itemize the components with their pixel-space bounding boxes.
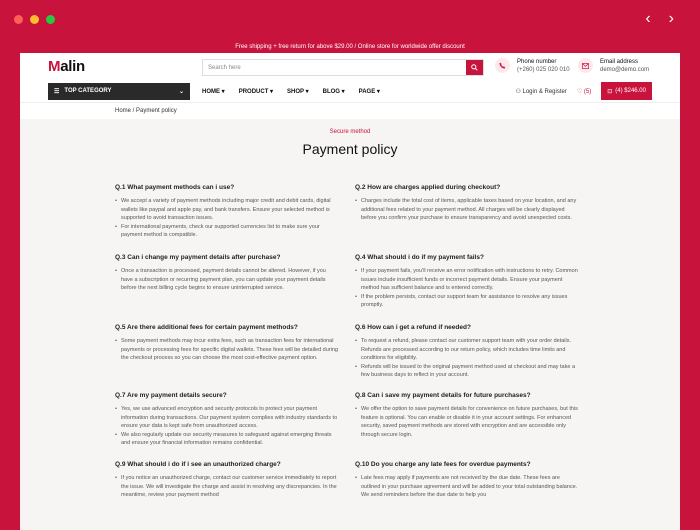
faq-answer: If the problem persists, contact our sup… [355, 293, 579, 310]
minimize-dot[interactable] [30, 15, 39, 24]
faq-answer: Late fees may apply if payments are not … [355, 474, 579, 500]
phone-info: Phone number (+260) 025 020 010 [495, 58, 570, 73]
browser-viewport: Free shipping + free return for above $2… [20, 40, 680, 530]
faq-answer: If you notice an unauthorized charge, co… [115, 474, 339, 500]
top-category-dropdown[interactable]: ☰ TOP CATEGORY ⌄ [48, 82, 190, 100]
menu-item-product[interactable]: PRODUCT ▾ [239, 88, 273, 95]
faq-item: Q.10 Do you charge any late fees for ove… [355, 461, 579, 500]
promo-topbar: Free shipping + free return for above $2… [20, 40, 680, 53]
menu-icon: ☰ [54, 88, 60, 95]
faq-answer: We offer the option to save payment deta… [355, 405, 579, 439]
phone-icon [495, 58, 510, 73]
faq-answer: To request a refund, please contact our … [355, 337, 579, 363]
phone-label: Phone number [517, 58, 557, 65]
faq-question: Q.7 Are my payment details secure? [115, 392, 227, 399]
faq-item: Q.4 What should i do if my payment fails… [355, 254, 579, 310]
faq-item: Q.7 Are my payment details secure? Yes, … [115, 392, 339, 448]
search-button[interactable] [466, 60, 483, 75]
logo[interactable]: Malin [48, 58, 85, 75]
policy-content: Secure method Payment policy Q.1 What pa… [20, 119, 680, 530]
faq-question: Q.5 Are there additional fees for certai… [115, 324, 298, 331]
faq-answer: We accept a variety of payment methods i… [115, 197, 339, 223]
faq-question: Q.2 How are charges applied during check… [355, 184, 501, 191]
faq-item: Q.1 What payment methods can i use? We a… [115, 184, 339, 240]
logo-text: alin [60, 58, 85, 75]
main-nav: ☰ TOP CATEGORY ⌄ HOME ▾ PRODUCT ▾ SHOP ▾… [20, 80, 680, 102]
breadcrumb: Home / Payment policy [20, 102, 680, 119]
faq-question: Q.1 What payment methods can i use? [115, 184, 235, 191]
faq-question: Q.10 Do you charge any late fees for ove… [355, 461, 531, 468]
faq-question: Q.9 What should i do if i see an unautho… [115, 461, 281, 468]
mail-icon [578, 58, 593, 73]
menu-item-home[interactable]: HOME ▾ [202, 88, 225, 95]
menu-item-page[interactable]: PAGE ▾ [359, 88, 380, 95]
faq-item: Q.5 Are there additional fees for certai… [115, 324, 339, 363]
faq-item: Q.8 Can i save my payment details for fu… [355, 392, 579, 439]
faq-answer: If your payment fails, you'll receive an… [355, 267, 579, 293]
cart-icon: ⊡ [607, 88, 613, 95]
faq-item: Q.2 How are charges applied during check… [355, 184, 579, 223]
chevron-down-icon: ⌄ [178, 88, 184, 95]
heart-icon: ♡ [576, 88, 583, 95]
search-icon [471, 64, 478, 71]
email-label: Email address [600, 58, 639, 65]
faq-answer: For international payments, check our su… [115, 223, 339, 240]
section-kicker: Secure method [329, 129, 371, 135]
faq-answer: Once a transaction is processed, payment… [115, 267, 339, 293]
faq-answer: Refunds will be issued to the original p… [355, 363, 579, 380]
faq-answer: Some payment methods may incur extra fee… [115, 337, 339, 363]
top-category-label: TOP CATEGORY [64, 88, 112, 94]
user-icon: ⚇ [515, 88, 521, 95]
page-title: Payment policy [302, 141, 398, 157]
login-link[interactable]: ⚇ Login & Register [515, 88, 566, 95]
email-value[interactable]: demo@demo.com [600, 67, 649, 73]
faq-item: Q.6 How can i get a refund if needed? To… [355, 324, 579, 380]
zoom-dot[interactable] [46, 15, 55, 24]
site-header: Malin Search here Phone number (+260) 02… [20, 53, 680, 80]
window-controls [14, 15, 55, 24]
faq-item: Q.9 What should i do if i see an unautho… [115, 461, 339, 500]
browser-nav: ‹ › [645, 11, 674, 27]
wishlist-link[interactable]: ♡ (5) [577, 88, 591, 95]
faq-answer: We also regularly update our security me… [115, 431, 339, 448]
faq-answer: Yes, we use advanced encryption and secu… [115, 405, 339, 431]
account-nav: ⚇ Login & Register ♡ (5) ⊡ (4) $246.00 [515, 82, 652, 100]
faq-question: Q.6 How can i get a refund if needed? [355, 324, 471, 331]
faq-question: Q.8 Can i save my payment details for fu… [355, 392, 531, 399]
faq-question: Q.4 What should i do if my payment fails… [355, 254, 484, 261]
search-box: Search here [202, 59, 484, 76]
back-arrow-icon[interactable]: ‹ [645, 11, 650, 27]
faq-question: Q.3 Can i change my payment details afte… [115, 254, 281, 261]
cart-button[interactable]: ⊡ (4) $246.00 [601, 82, 652, 100]
close-dot[interactable] [14, 15, 23, 24]
faq-item: Q.3 Can i change my payment details afte… [115, 254, 339, 293]
menu-list: HOME ▾ PRODUCT ▾ SHOP ▾ BLOG ▾ PAGE ▾ [202, 88, 380, 95]
phone-value[interactable]: (+260) 025 020 010 [517, 67, 570, 73]
search-input[interactable]: Search here [203, 60, 466, 75]
logo-initial: M [48, 58, 61, 75]
forward-arrow-icon[interactable]: › [669, 11, 674, 27]
email-info: Email address demo@demo.com [578, 58, 649, 73]
menu-item-blog[interactable]: BLOG ▾ [323, 88, 345, 95]
faq-answer: Charges include the total cost of items,… [355, 197, 579, 223]
menu-item-shop[interactable]: SHOP ▾ [287, 88, 309, 95]
